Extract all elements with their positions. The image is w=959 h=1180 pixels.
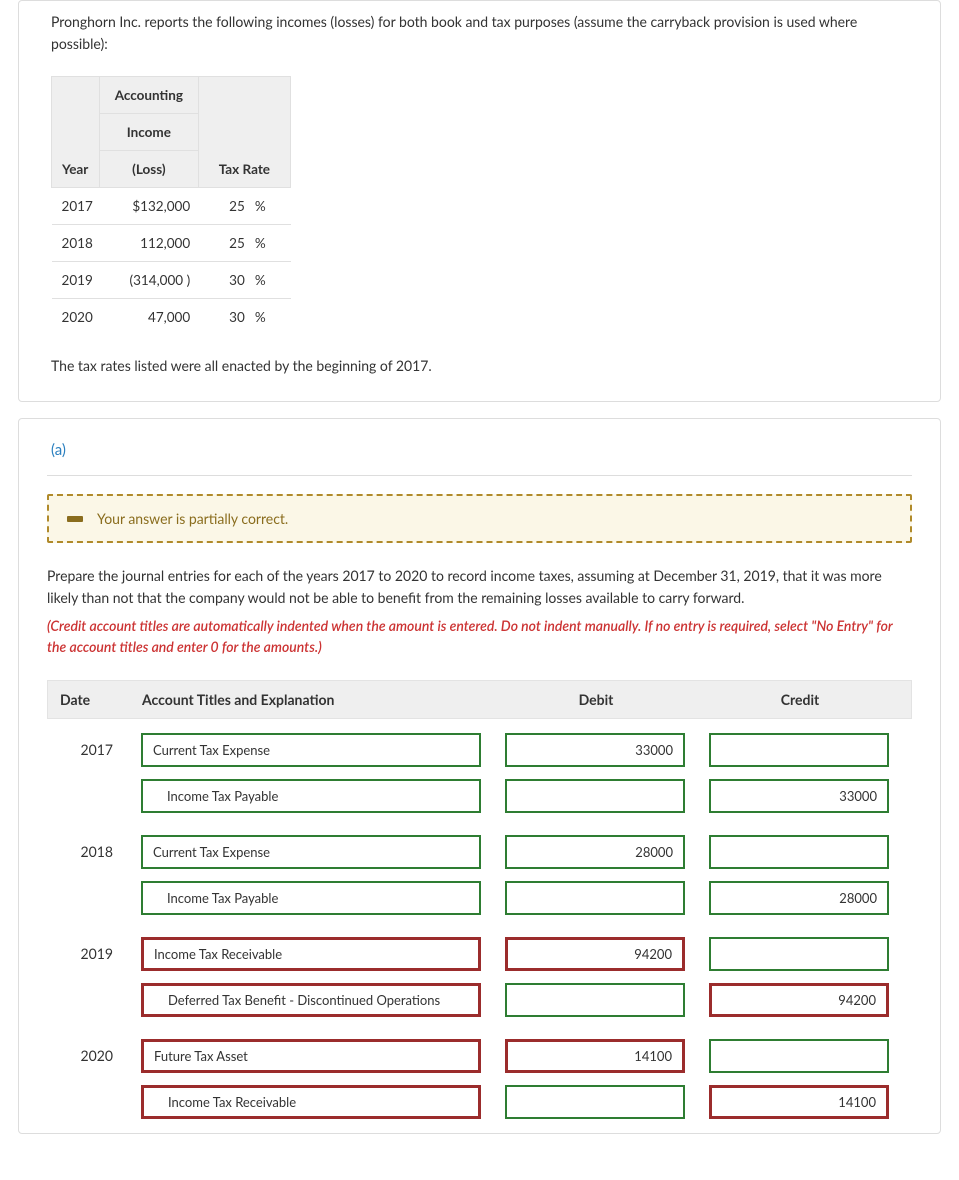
account-title-input[interactable]: Current Tax Expense: [141, 733, 481, 767]
debit-input[interactable]: 94200: [505, 937, 685, 971]
feedback-banner: Your answer is partially correct.: [47, 494, 912, 543]
je-th-debit: Debit: [506, 691, 686, 708]
income-row-year: 2018: [52, 224, 100, 261]
income-table: Year Accounting Tax Rate Income (Loss) 2…: [51, 76, 291, 335]
income-th-year: Year: [52, 76, 100, 187]
account-title-input[interactable]: Deferred Tax Benefit - Discontinued Oper…: [141, 983, 481, 1017]
je-th-date: Date: [60, 691, 118, 708]
income-row-rate: 25: [198, 187, 251, 224]
debit-input[interactable]: 28000: [505, 835, 685, 869]
section-label-a: (a): [47, 435, 912, 476]
je-year: 2018: [59, 843, 117, 860]
credit-input[interactable]: 94200: [709, 983, 889, 1017]
debit-input[interactable]: 33000: [505, 733, 685, 767]
problem-intro: Pronghorn Inc. reports the following inc…: [51, 11, 908, 56]
income-row-pct: %: [251, 187, 291, 224]
je-row: Deferred Tax Benefit - Discontinued Oper…: [47, 977, 912, 1023]
je-th-account: Account Titles and Explanation: [142, 691, 482, 708]
debit-input[interactable]: [505, 779, 685, 813]
account-title-input[interactable]: Future Tax Asset: [141, 1039, 481, 1073]
income-tbody: 2017 $132,000 25 % 2018 112,000 25 % 201…: [52, 187, 291, 335]
credit-input[interactable]: [709, 835, 889, 869]
credit-input[interactable]: 28000: [709, 881, 889, 915]
minus-icon: [67, 516, 83, 522]
debit-input[interactable]: 14100: [505, 1039, 685, 1073]
je-row: 2019 Income Tax Receivable 94200: [47, 931, 912, 977]
income-row-year: 2017: [52, 187, 100, 224]
je-row: 2018 Current Tax Expense 28000: [47, 829, 912, 875]
income-row-pct: %: [251, 298, 291, 335]
income-row-year: 2019: [52, 261, 100, 298]
income-th-income-2: Income: [100, 113, 199, 150]
je-row: Income Tax Payable 33000: [47, 773, 912, 819]
account-title-input[interactable]: Income Tax Payable: [141, 881, 481, 915]
credit-input[interactable]: 33000: [709, 779, 889, 813]
part-a-instructions: Prepare the journal entries for each of …: [47, 565, 912, 608]
je-row: Income Tax Payable 28000: [47, 875, 912, 921]
income-row-amount: 112,000: [100, 224, 199, 261]
je-row: Income Tax Receivable 14100: [47, 1079, 912, 1125]
debit-input[interactable]: [505, 881, 685, 915]
problem-note: The tax rates listed were all enacted by…: [51, 355, 908, 377]
debit-input[interactable]: [505, 1085, 685, 1119]
income-row-rate: 30: [198, 261, 251, 298]
income-row-amount: $132,000: [100, 187, 199, 224]
income-row-rate: 30: [198, 298, 251, 335]
income-row-amount: (314,000 ): [100, 261, 199, 298]
credit-input[interactable]: 14100: [709, 1085, 889, 1119]
credit-input[interactable]: [709, 1039, 889, 1073]
feedback-text: Your answer is partially correct.: [97, 510, 288, 527]
income-th-rate: Tax Rate: [198, 76, 290, 187]
je-th-credit: Credit: [710, 691, 890, 708]
account-title-input[interactable]: Income Tax Payable: [141, 779, 481, 813]
je-year: 2019: [59, 945, 117, 962]
journal-entry-table: Date Account Titles and Explanation Debi…: [47, 680, 912, 1133]
income-row-year: 2020: [52, 298, 100, 335]
account-title-input[interactable]: Income Tax Receivable: [141, 1085, 481, 1119]
je-year: 2017: [59, 741, 117, 758]
debit-input[interactable]: [505, 983, 685, 1017]
credit-input[interactable]: [709, 937, 889, 971]
income-th-income-3: (Loss): [100, 150, 199, 187]
part-a-instructions-red: (Credit account titles are automatically…: [47, 615, 912, 658]
income-row-pct: %: [251, 224, 291, 261]
account-title-input[interactable]: Current Tax Expense: [141, 835, 481, 869]
je-row: 2020 Future Tax Asset 14100: [47, 1033, 912, 1079]
income-row-pct: %: [251, 261, 291, 298]
income-row-amount: 47,000: [100, 298, 199, 335]
income-row-rate: 25: [198, 224, 251, 261]
income-th-income-1: Accounting: [100, 76, 199, 113]
account-title-input[interactable]: Income Tax Receivable: [141, 937, 481, 971]
je-row: 2017 Current Tax Expense 33000: [47, 727, 912, 773]
credit-input[interactable]: [709, 733, 889, 767]
je-year: 2020: [59, 1047, 117, 1064]
